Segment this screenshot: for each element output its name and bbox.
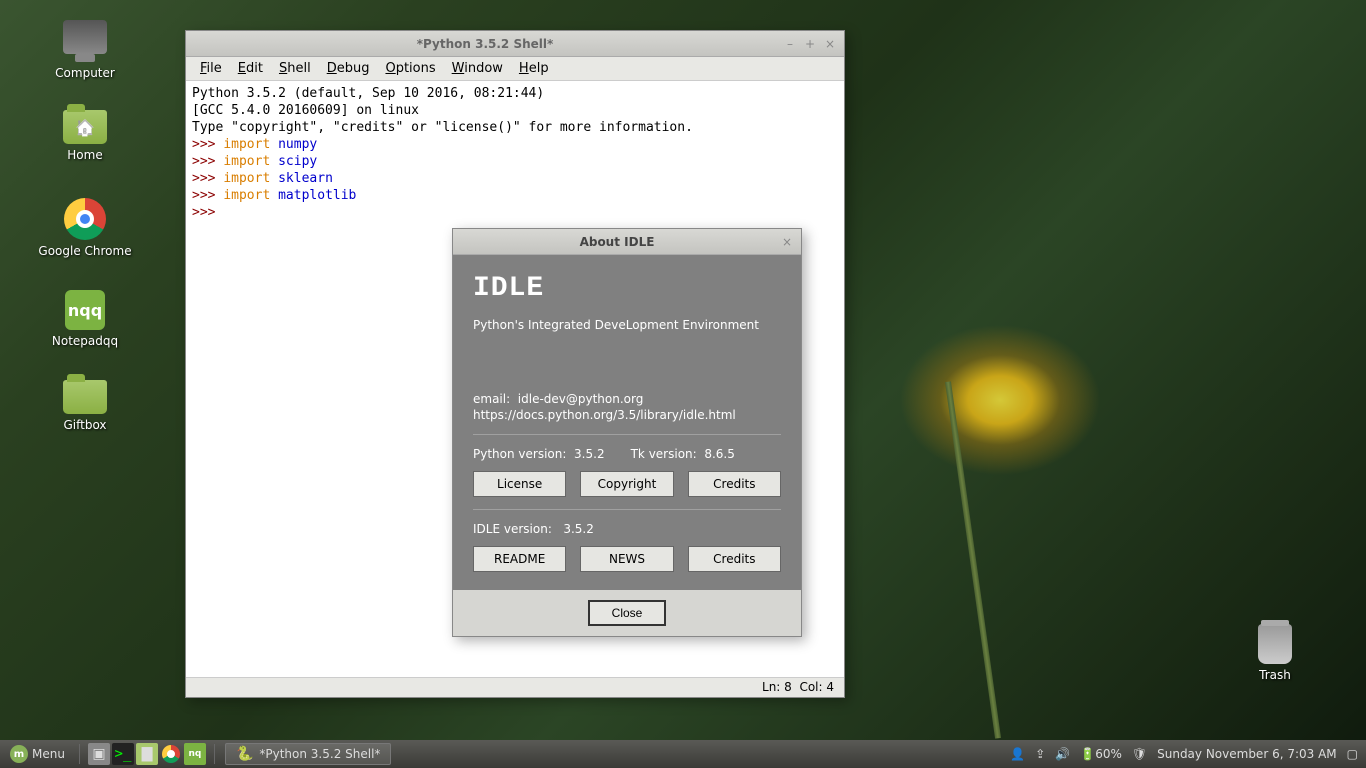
license-button[interactable]: License [473,471,566,497]
status-col: Col: 4 [799,680,834,694]
shell-line: >>> import numpy [192,136,838,153]
idle-version-row: IDLE version: 3.5.2 [473,522,781,536]
notepadqq-quicklaunch-icon[interactable]: nq [184,743,206,765]
notepadqq-icon: nqq [65,290,105,330]
volume-icon[interactable]: 🔊 [1055,747,1070,761]
shell-banner: Python 3.5.2 (default, Sep 10 2016, 08:2… [192,85,838,102]
status-line: Ln: 8 [762,680,792,694]
chrome-icon [64,198,106,240]
shell-line: >>> import scipy [192,153,838,170]
shield-icon[interactable]: 🛡 [1132,747,1147,761]
about-heading: IDLE [473,273,781,304]
menu-file[interactable]: File [192,59,230,78]
display-icon[interactable]: ▢ [1347,747,1358,761]
shell-line: >>> [192,204,838,221]
close-button[interactable]: × [822,36,838,52]
separator [79,744,80,764]
taskbar-task-idle[interactable]: 🐍 *Python 3.5.2 Shell* [225,743,391,765]
desktop-icon-home[interactable]: Home [30,110,140,162]
shell-banner: Type "copyright", "credits" or "license(… [192,119,838,136]
about-email: email: idle-dev@python.org [473,392,781,406]
desktop-icon-label: Google Chrome [30,244,140,258]
python-icon: 🐍 [236,746,253,762]
divider [473,509,781,510]
menu-help[interactable]: Help [511,59,557,78]
battery-indicator[interactable]: 🔋60% [1080,747,1122,761]
home-folder-icon [63,110,107,144]
task-label: *Python 3.5.2 Shell* [259,747,380,761]
files-icon[interactable]: ▇ [136,743,158,765]
about-close-button[interactable]: Close [588,600,667,626]
about-close-row: Close [453,590,801,636]
show-desktop-icon[interactable]: ▣ [88,743,110,765]
shell-line: >>> import sklearn [192,170,838,187]
about-url: https://docs.python.org/3.5/library/idle… [473,408,781,422]
taskbar: m Menu ▣ >_ ▇ nq 🐍 *Python 3.5.2 Shell* … [0,740,1366,768]
idle-titlebar[interactable]: *Python 3.5.2 Shell* – + × [186,31,844,57]
menu-debug[interactable]: Debug [319,59,378,78]
news-button[interactable]: NEWS [580,546,673,572]
desktop-icon-label: Trash [1220,668,1330,682]
desktop-icon-label: Computer [30,66,140,80]
about-buttons-2: README NEWS Credits [473,546,781,572]
monitor-icon [63,20,107,54]
desktop-icon-trash[interactable]: Trash [1220,624,1330,682]
desktop-icon-chrome[interactable]: Google Chrome [30,198,140,258]
desktop-icon-label: Home [30,148,140,162]
quicklaunch: ▣ >_ ▇ nq [84,743,210,765]
about-idle-dialog: About IDLE × IDLE Python's Integrated De… [452,228,802,637]
desktop-icon-notepadqq[interactable]: nqq Notepadqq [30,290,140,348]
menu-button[interactable]: m Menu [0,740,75,768]
chrome-quicklaunch-icon[interactable] [160,743,182,765]
folder-icon [63,380,107,414]
about-buttons-1: License Copyright Credits [473,471,781,497]
divider [473,434,781,435]
desktop-icon-computer[interactable]: Computer [30,20,140,80]
menu-window[interactable]: Window [444,59,511,78]
close-button[interactable]: × [779,234,795,250]
system-tray: 👤 ⇪ 🔊 🔋60% 🛡 Sunday November 6, 7:03 AM … [1010,747,1366,761]
usb-icon[interactable]: ⇪ [1035,747,1045,761]
version-row: Python version: 3.5.2 Tk version: 8.6.5 [473,447,781,461]
about-body: IDLE Python's Integrated DeveLopment Env… [453,255,801,590]
about-subtitle: Python's Integrated DeveLopment Environm… [473,318,781,332]
credits-button-2[interactable]: Credits [688,546,781,572]
trash-icon [1258,624,1292,664]
about-title: About IDLE [459,235,775,249]
copyright-button[interactable]: Copyright [580,471,673,497]
readme-button[interactable]: README [473,546,566,572]
desktop-icon-label: Notepadqq [30,334,140,348]
separator [214,744,215,764]
shell-banner: [GCC 5.4.0 20160609] on linux [192,102,838,119]
window-title: *Python 3.5.2 Shell* [192,37,778,51]
menu-label: Menu [32,747,65,761]
clock[interactable]: Sunday November 6, 7:03 AM [1157,747,1337,761]
user-icon[interactable]: 👤 [1010,747,1025,761]
terminal-icon[interactable]: >_ [112,743,134,765]
credits-button[interactable]: Credits [688,471,781,497]
desktop-icon-label: Giftbox [30,418,140,432]
about-titlebar[interactable]: About IDLE × [453,229,801,255]
menu-shell[interactable]: Shell [271,59,319,78]
minimize-button[interactable]: – [782,36,798,52]
maximize-button[interactable]: + [802,36,818,52]
menu-options[interactable]: Options [377,59,443,78]
mint-logo-icon: m [10,745,28,763]
idle-menubar: File Edit Shell Debug Options Window Hel… [186,57,844,81]
idle-statusbar: Ln: 8 Col: 4 [186,677,844,697]
desktop-icon-giftbox[interactable]: Giftbox [30,380,140,432]
shell-line: >>> import matplotlib [192,187,838,204]
menu-edit[interactable]: Edit [230,59,271,78]
